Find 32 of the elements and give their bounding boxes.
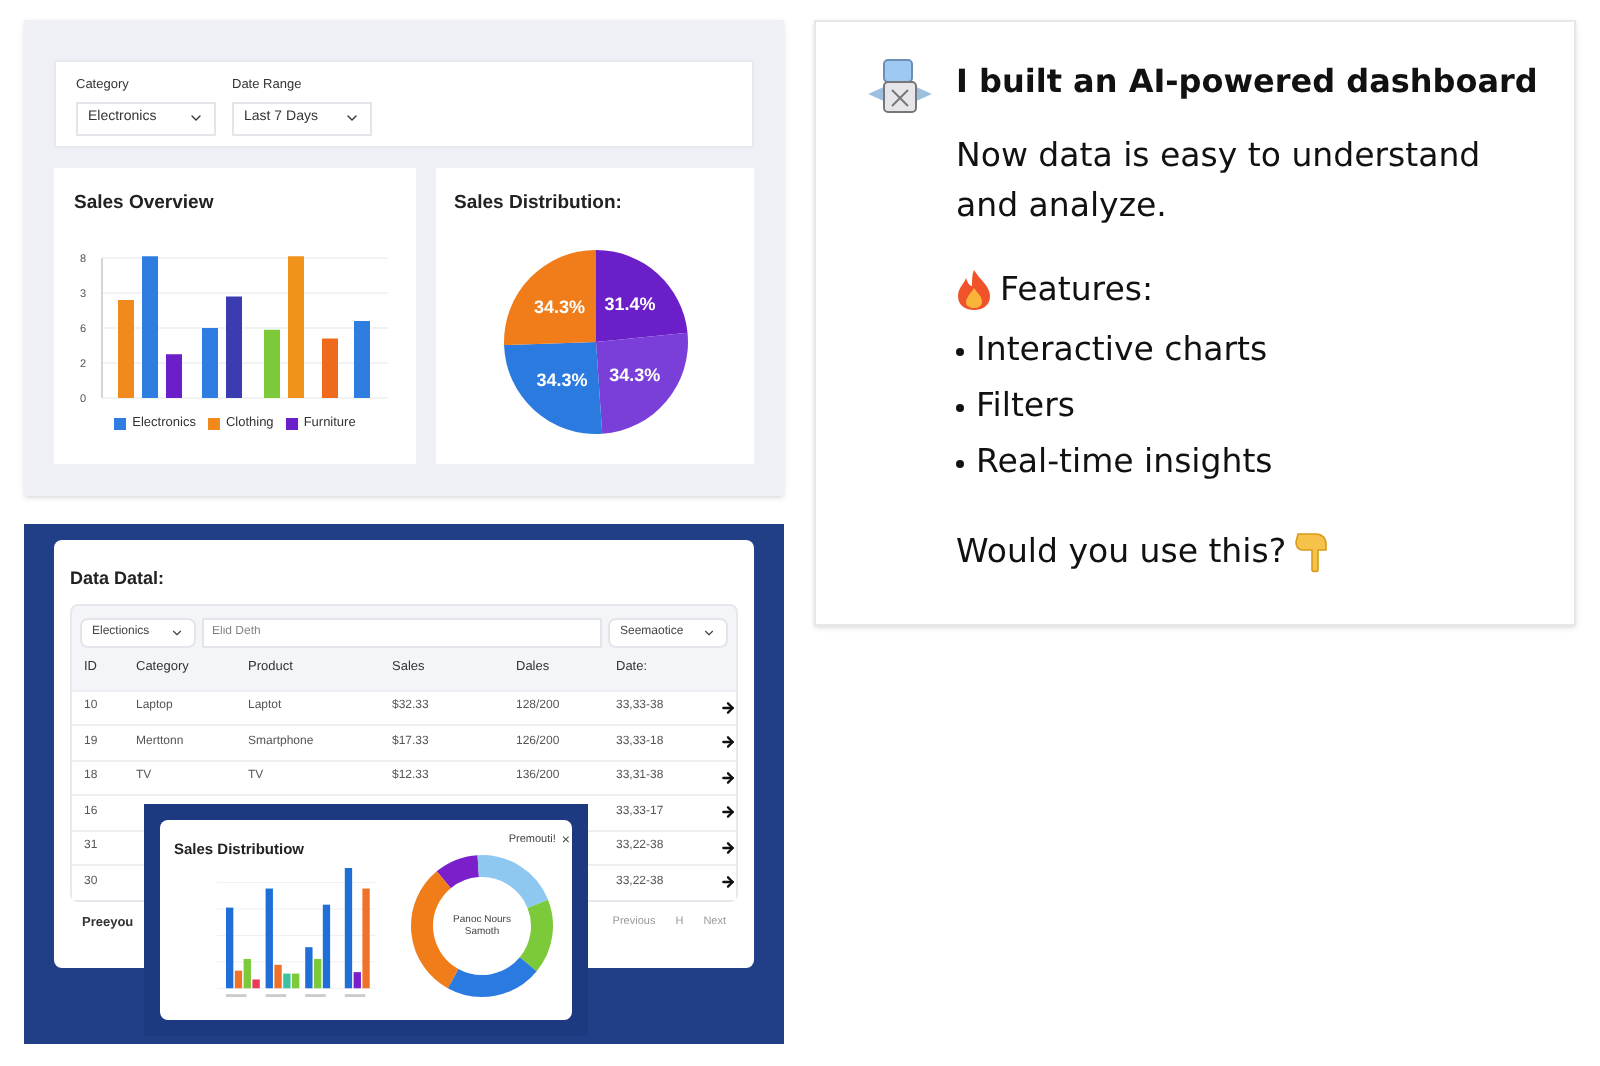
feature-item: Filters <box>976 384 1075 429</box>
pie-slice <box>595 250 687 343</box>
features-heading: Features: <box>1000 268 1154 312</box>
card-title: Sales Overview <box>74 190 216 218</box>
arrow-right-icon[interactable] <box>720 874 736 891</box>
bullet-icon <box>956 347 964 356</box>
post-title: I built an AI-powered dashboard <box>956 60 1538 104</box>
card-title: Data Datal: <box>70 566 167 592</box>
feature-item: Real-time insights <box>976 440 1273 485</box>
card-title: Sales Distribution: <box>454 190 624 218</box>
arrow-right-icon[interactable] <box>720 839 736 856</box>
fire-icon <box>956 268 992 313</box>
arrow-right-icon[interactable] <box>720 804 736 821</box>
pie-slice <box>503 250 595 346</box>
arrow-right-icon[interactable] <box>720 699 736 716</box>
arrow-right-icon[interactable] <box>720 769 736 786</box>
chevron-down-icon <box>702 625 716 639</box>
slice-label: 34.3% <box>608 365 660 386</box>
bullet-icon <box>956 403 964 412</box>
pointing-hand-icon <box>1294 530 1331 575</box>
pie-slice <box>595 333 687 435</box>
post-intro: Now data is easy to understand and analyze. <box>956 134 1483 228</box>
feature-item: Interactive charts <box>976 328 1268 373</box>
bullet-icon <box>956 459 964 468</box>
robot-icon <box>864 58 936 118</box>
arrow-right-icon[interactable] <box>720 734 736 751</box>
pie-slice <box>503 342 602 435</box>
slice-label: 34.3% <box>533 297 585 318</box>
post-question: Would you use this? <box>956 529 1287 574</box>
slice-label: 31.4% <box>603 294 655 315</box>
chevron-down-icon <box>170 625 184 639</box>
slice-label: 34.3% <box>535 370 587 391</box>
